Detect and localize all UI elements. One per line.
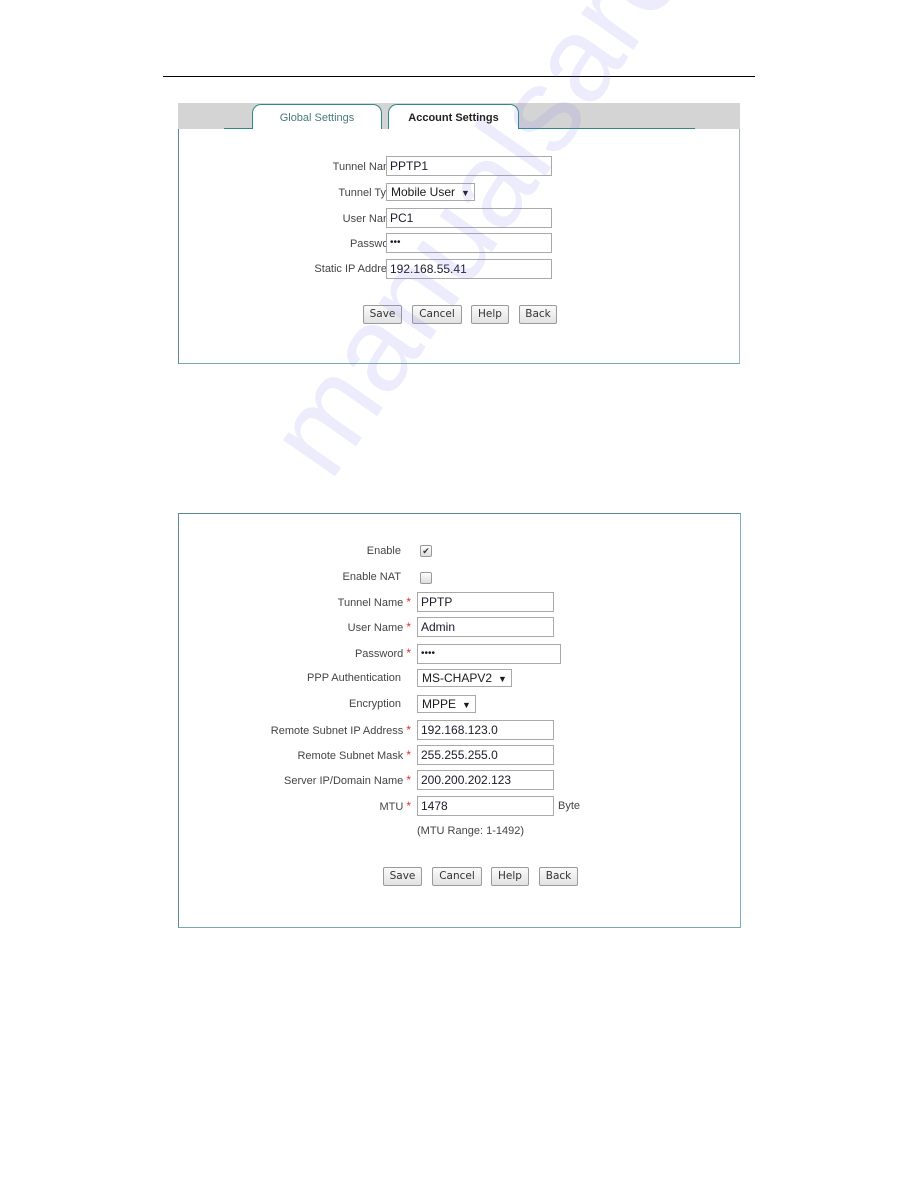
- save-button[interactable]: Save: [383, 867, 422, 886]
- encryption-row: Encryption MPPE ▼: [179, 694, 739, 714]
- enable-label: Enable: [366, 545, 401, 557]
- tunnel-name-row: Tunnel Name * PPTP1: [179, 156, 739, 176]
- dropdown-arrow-icon: ▼: [461, 188, 470, 198]
- remote-subnet-mask-label: Remote Subnet Mask: [297, 750, 404, 762]
- remote-subnet-mask-input[interactable]: 255.255.255.0: [417, 745, 554, 765]
- tunnel-name-input[interactable]: PPTP1: [386, 156, 552, 176]
- check-icon: ✔: [422, 546, 430, 556]
- mtu-range-note: (MTU Range: 1-1492): [417, 825, 524, 837]
- remote-subnet-ip-label: Remote Subnet IP Address: [270, 725, 404, 737]
- tab-global-settings[interactable]: Global Settings: [252, 104, 382, 130]
- account-settings-form: Tunnel Name * PPTP1 Tunnel Type * Mobile…: [178, 129, 740, 364]
- client-user-name-input[interactable]: Admin: [417, 617, 554, 637]
- account-settings-panel: Global Settings Account Settings Tunnel …: [178, 103, 740, 365]
- required-marker: *: [406, 748, 411, 762]
- ppp-auth-select[interactable]: MS-CHAPV2 ▼: [417, 669, 512, 687]
- mtu-label: MTU: [379, 801, 404, 813]
- client-tunnel-name-input[interactable]: PPTP: [417, 592, 554, 612]
- enable-nat-row: Enable NAT: [179, 567, 739, 587]
- password-row: Password * •••: [179, 233, 739, 253]
- mtu-input[interactable]: 1478: [417, 796, 554, 816]
- tunnel-type-value: Mobile User: [391, 185, 456, 199]
- encryption-value: MPPE: [422, 697, 457, 711]
- tunnel-type-row: Tunnel Type * Mobile User▼: [179, 182, 739, 202]
- dropdown-arrow-icon: ▼: [498, 674, 507, 684]
- ppp-auth-label: PPP Authentication: [307, 672, 401, 684]
- client-tunnel-name-row: Tunnel Name * PPTP: [179, 592, 739, 612]
- static-ip-input[interactable]: 192.168.55.41: [386, 259, 552, 279]
- cancel-button[interactable]: Cancel: [412, 305, 462, 324]
- remote-subnet-ip-row: Remote Subnet IP Address * 192.168.123.0: [179, 720, 739, 740]
- encryption-label: Encryption: [349, 698, 401, 710]
- password-input[interactable]: •••: [386, 233, 552, 253]
- required-marker: *: [406, 773, 411, 787]
- ppp-auth-row: PPP Authentication MS-CHAPV2 ▼: [179, 668, 739, 688]
- server-ip-label: Server IP/Domain Name: [284, 775, 404, 787]
- client-user-name-row: User Name * Admin: [179, 617, 739, 637]
- enable-row: Enable ✔: [179, 541, 739, 561]
- tunnel-type-select[interactable]: Mobile User ▼: [386, 183, 475, 201]
- save-button[interactable]: Save: [363, 305, 402, 324]
- client-password-label: Password: [354, 648, 404, 660]
- required-marker: *: [406, 799, 411, 813]
- mtu-unit: Byte: [558, 800, 581, 812]
- dropdown-arrow-icon: ▼: [462, 700, 471, 710]
- required-marker: *: [406, 646, 411, 660]
- client-password-row: Password * ••••: [179, 643, 739, 664]
- page-header-rule: [163, 76, 755, 77]
- back-button[interactable]: Back: [539, 867, 578, 886]
- ppp-auth-value: MS-CHAPV2: [422, 671, 493, 685]
- user-name-row: User Name * PC1: [179, 208, 739, 228]
- enable-nat-checkbox[interactable]: [420, 572, 432, 584]
- enable-nat-label: Enable NAT: [342, 571, 402, 583]
- client-password-input[interactable]: ••••: [417, 644, 561, 664]
- server-ip-row: Server IP/Domain Name * 200.200.202.123: [179, 770, 739, 790]
- required-marker: *: [406, 723, 411, 737]
- tab-account-settings[interactable]: Account Settings: [388, 104, 519, 129]
- user-name-input[interactable]: PC1: [386, 208, 552, 228]
- required-marker: *: [406, 620, 411, 634]
- mtu-row: MTU * 1478 Byte: [179, 796, 739, 816]
- remote-subnet-mask-row: Remote Subnet Mask * 255.255.255.0: [179, 745, 739, 765]
- static-ip-row: Static IP Address 192.168.55.41: [179, 259, 739, 279]
- client-tunnel-name-label: Tunnel Name: [337, 597, 404, 609]
- back-button[interactable]: Back: [519, 305, 557, 324]
- help-button[interactable]: Help: [471, 305, 509, 324]
- client-user-name-label: User Name: [347, 622, 404, 634]
- remote-subnet-ip-input[interactable]: 192.168.123.0: [417, 720, 554, 740]
- required-marker: *: [406, 595, 411, 609]
- server-ip-input[interactable]: 200.200.202.123: [417, 770, 554, 790]
- pptp-client-panel: Enable ✔ Enable NAT Tunnel Name * PPTP U…: [178, 513, 741, 928]
- help-button[interactable]: Help: [491, 867, 529, 886]
- encryption-select[interactable]: MPPE ▼: [417, 695, 476, 713]
- enable-checkbox[interactable]: ✔: [420, 545, 432, 557]
- cancel-button[interactable]: Cancel: [432, 867, 482, 886]
